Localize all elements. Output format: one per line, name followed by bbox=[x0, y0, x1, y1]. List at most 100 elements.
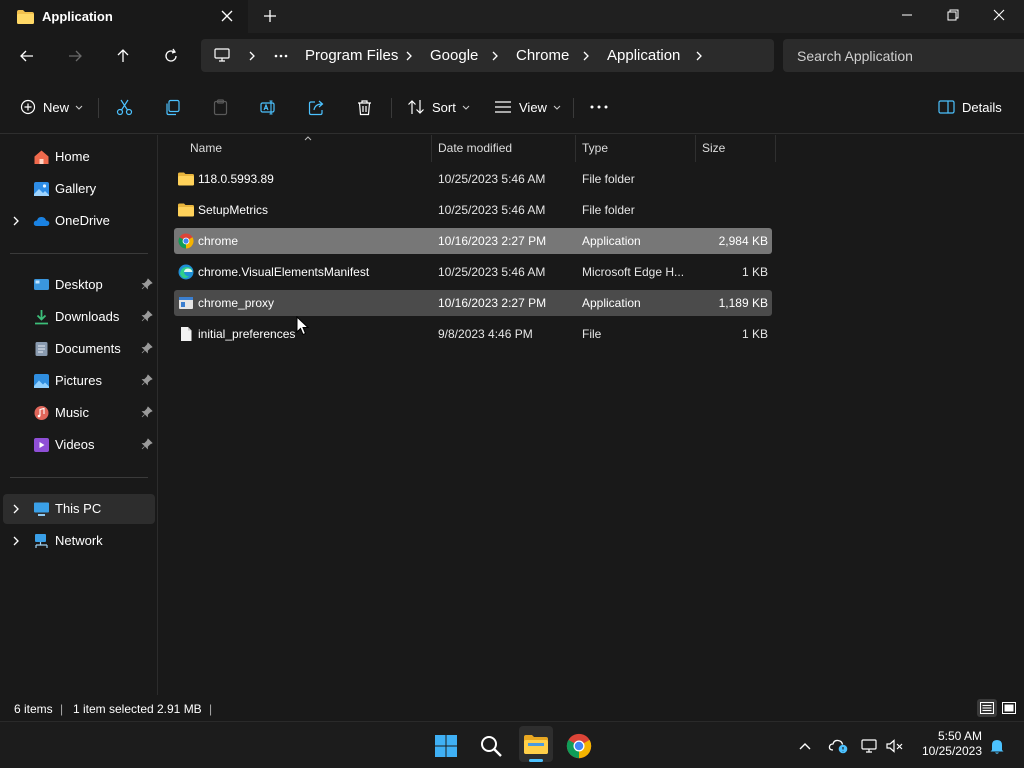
more-breadcrumbs-icon[interactable] bbox=[274, 54, 288, 58]
sidebar-item-videos[interactable]: Videos bbox=[3, 430, 155, 460]
refresh-button[interactable] bbox=[159, 44, 183, 68]
tiles-view-toggle[interactable] bbox=[999, 699, 1019, 717]
sidebar-item-gallery[interactable]: Gallery bbox=[3, 174, 155, 204]
column-header-label: Type bbox=[582, 141, 609, 155]
column-header-name[interactable]: Name bbox=[184, 135, 432, 162]
sidebar-item-label: OneDrive bbox=[55, 213, 110, 228]
forward-button[interactable] bbox=[63, 44, 87, 68]
pin-icon[interactable] bbox=[141, 310, 153, 322]
new-label: New bbox=[43, 99, 70, 115]
details-view-toggle[interactable] bbox=[977, 699, 997, 717]
chevron-right-icon[interactable] bbox=[694, 50, 704, 62]
sidebar-item-music[interactable]: Music bbox=[3, 398, 155, 428]
divider bbox=[10, 253, 148, 254]
share-icon bbox=[308, 100, 324, 115]
pin-icon[interactable] bbox=[141, 406, 153, 418]
taskbar-file-explorer[interactable] bbox=[519, 726, 553, 762]
new-tab-icon[interactable] bbox=[262, 8, 278, 24]
column-header-size[interactable]: Size bbox=[696, 135, 776, 162]
column-header-label: Name bbox=[190, 141, 223, 155]
paste-button[interactable] bbox=[212, 95, 229, 119]
network-tray-button[interactable] bbox=[856, 731, 884, 761]
breadcrumb-application[interactable]: Application bbox=[607, 47, 680, 64]
search-input[interactable]: Search Application bbox=[783, 39, 1024, 72]
pin-icon[interactable] bbox=[141, 342, 153, 354]
up-button[interactable] bbox=[111, 44, 135, 68]
divider bbox=[573, 98, 574, 118]
file-row[interactable]: chrome.VisualElementsManifest 10/25/2023… bbox=[174, 259, 772, 285]
taskbar-chrome[interactable] bbox=[564, 731, 594, 761]
file-date: 10/16/2023 2:27 PM bbox=[438, 234, 547, 248]
title-bar: Application bbox=[0, 0, 1024, 33]
share-button[interactable] bbox=[308, 95, 325, 119]
music-icon bbox=[34, 406, 49, 420]
system-clock[interactable]: 5:50 AM 10/25/2023 bbox=[912, 729, 982, 759]
new-button[interactable]: New bbox=[20, 95, 84, 119]
status-bar: 6 items | 1 item selected 2.91 MB | bbox=[0, 695, 1024, 721]
sort-button[interactable]: Sort bbox=[407, 95, 471, 119]
details-view-icon bbox=[980, 702, 994, 714]
file-size: 1 KB bbox=[741, 327, 768, 341]
back-button[interactable] bbox=[15, 44, 39, 68]
file-name: initial_preferences bbox=[198, 327, 296, 341]
delete-button[interactable] bbox=[356, 95, 373, 119]
file-row[interactable]: SetupMetrics 10/25/2023 5:46 AM File fol… bbox=[174, 197, 772, 223]
arrow-left-icon bbox=[20, 50, 33, 62]
close-window-button[interactable] bbox=[976, 0, 1022, 30]
folder-icon bbox=[17, 9, 34, 24]
pin-icon[interactable] bbox=[141, 278, 153, 290]
chevron-right-icon[interactable] bbox=[11, 535, 21, 547]
tiles-view-icon bbox=[1002, 702, 1016, 714]
details-pane-icon bbox=[938, 100, 955, 114]
address-bar[interactable]: Program Files Google Chrome Application bbox=[201, 39, 774, 72]
breadcrumb-google[interactable]: Google bbox=[430, 47, 478, 64]
sidebar-item-documents[interactable]: Documents bbox=[3, 334, 155, 364]
start-button[interactable] bbox=[431, 731, 461, 761]
pin-icon[interactable] bbox=[141, 374, 153, 386]
tab-application[interactable]: Application bbox=[0, 0, 248, 33]
column-header-type[interactable]: Type bbox=[576, 135, 696, 162]
breadcrumb-chrome[interactable]: Chrome bbox=[516, 47, 569, 64]
sidebar-item-desktop[interactable]: Desktop bbox=[3, 270, 155, 300]
breadcrumb-program-files[interactable]: Program Files bbox=[305, 47, 398, 64]
rename-button[interactable] bbox=[260, 95, 277, 119]
close-tab-icon[interactable] bbox=[219, 8, 235, 24]
status-separator: | bbox=[209, 702, 213, 716]
sidebar-item-onedrive[interactable]: OneDrive bbox=[3, 206, 155, 236]
view-button[interactable]: View bbox=[494, 95, 562, 119]
file-row[interactable]: initial_preferences 9/8/2023 4:46 PM Fil… bbox=[174, 321, 772, 347]
sidebar-item-home[interactable]: Home bbox=[3, 142, 155, 172]
taskbar-search-button[interactable] bbox=[476, 731, 506, 761]
sidebar-item-network[interactable]: Network bbox=[3, 526, 155, 556]
chevron-right-icon bbox=[583, 51, 589, 61]
navigation-bar: Program Files Google Chrome Application … bbox=[0, 33, 1024, 80]
sort-icon bbox=[408, 100, 424, 114]
app-icon bbox=[179, 297, 193, 309]
pin-icon[interactable] bbox=[141, 438, 153, 450]
sidebar-item-pictures[interactable]: Pictures bbox=[3, 366, 155, 396]
file-date: 10/25/2023 5:46 AM bbox=[438, 203, 546, 217]
sidebar-item-this-pc[interactable]: This PC bbox=[3, 494, 155, 524]
onedrive-tray-button[interactable] bbox=[824, 731, 852, 761]
file-row-hovered[interactable]: chrome_proxy 10/16/2023 2:27 PM Applicat… bbox=[174, 290, 772, 316]
notifications-button[interactable] bbox=[986, 731, 1008, 761]
chevron-right-icon[interactable] bbox=[11, 215, 21, 227]
file-size: 1,189 KB bbox=[718, 296, 768, 310]
show-hidden-icons-button[interactable] bbox=[791, 731, 819, 761]
details-pane-button[interactable]: Details bbox=[938, 95, 1002, 119]
file-row-selected[interactable]: chrome 10/16/2023 2:27 PM Application 2,… bbox=[174, 228, 772, 254]
minimize-button[interactable] bbox=[884, 0, 930, 30]
chevron-right-icon[interactable] bbox=[11, 503, 21, 515]
column-header-date[interactable]: Date modified bbox=[432, 135, 576, 162]
copy-button[interactable] bbox=[164, 95, 181, 119]
sidebar-item-downloads[interactable]: Downloads bbox=[3, 302, 155, 332]
restore-button[interactable] bbox=[930, 0, 976, 30]
cut-button[interactable] bbox=[116, 95, 133, 119]
column-header-label: Date modified bbox=[438, 141, 513, 155]
volume-tray-button[interactable] bbox=[881, 731, 909, 761]
file-row[interactable]: 118.0.5993.89 10/25/2023 5:46 AM File fo… bbox=[174, 166, 772, 192]
sidebar-item-label: Music bbox=[55, 405, 89, 420]
more-options-button[interactable] bbox=[590, 95, 608, 119]
sidebar-item-label: Pictures bbox=[55, 373, 102, 388]
desktop-icon bbox=[34, 279, 49, 290]
